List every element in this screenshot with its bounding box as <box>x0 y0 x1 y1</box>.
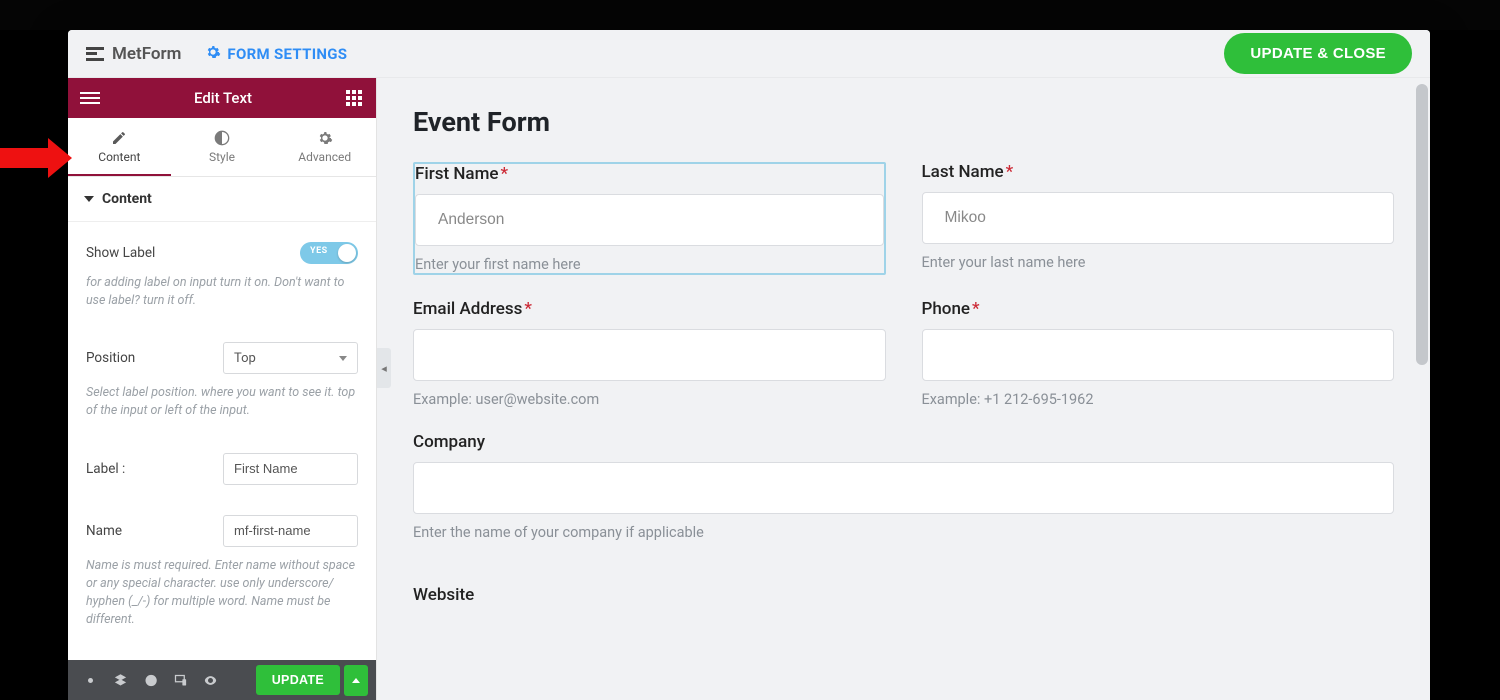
panel-tabs: Content Style Advanced <box>68 118 376 177</box>
editor-topbar: MetForm FORM SETTINGS UPDATE & CLOSE <box>68 30 1430 78</box>
company-label: Company <box>413 432 485 452</box>
field-website[interactable]: Website <box>413 565 1394 605</box>
name-hint: Name is must required. Enter name withou… <box>86 553 358 638</box>
field-company[interactable]: Company Enter the name of your company i… <box>413 432 1394 541</box>
position-select[interactable]: Top <box>223 342 358 374</box>
website-label: Website <box>413 585 474 605</box>
chevron-down-icon <box>339 356 347 361</box>
phone-label: Phone <box>922 299 971 319</box>
update-and-close-button[interactable]: UPDATE & CLOSE <box>1224 33 1412 74</box>
preview-canvas: ◂ Event Form First Name* Enter your firs… <box>377 78 1430 700</box>
tab-advanced-label: Advanced <box>298 150 351 164</box>
phone-hint: Example: +1 212-695-1962 <box>922 391 1395 408</box>
email-label: Email Address <box>413 299 522 319</box>
form-settings-label: FORM SETTINGS <box>227 45 347 63</box>
history-icon[interactable] <box>136 666 164 694</box>
panel-header: Edit Text <box>68 78 376 118</box>
required-marker: * <box>524 299 532 319</box>
required-marker: * <box>972 299 980 319</box>
position-label: Position <box>86 350 135 366</box>
responsive-icon[interactable] <box>166 666 194 694</box>
company-hint: Enter the name of your company if applic… <box>413 524 1394 541</box>
first-name-input[interactable] <box>415 194 884 246</box>
field-first-name[interactable]: First Name* Enter your first name here <box>413 162 886 275</box>
required-marker: * <box>500 164 508 184</box>
show-label-label: Show Label <box>86 245 155 261</box>
tab-style-label: Style <box>209 150 235 164</box>
pencil-icon <box>111 130 127 146</box>
last-name-input[interactable] <box>922 192 1395 244</box>
field-email[interactable]: Email Address* Example: user@website.com <box>413 299 886 408</box>
metform-editor-modal: MetForm FORM SETTINGS UPDATE & CLOSE Edi… <box>68 30 1430 700</box>
caret-up-icon <box>352 678 360 683</box>
form-settings-link[interactable]: FORM SETTINGS <box>205 44 347 64</box>
label-input[interactable] <box>223 453 358 485</box>
tab-advanced[interactable]: Advanced <box>273 118 376 176</box>
last-name-hint: Enter your last name here <box>922 254 1395 271</box>
name-input[interactable] <box>223 515 358 547</box>
phone-input[interactable] <box>922 329 1395 381</box>
position-value: Top <box>234 351 256 366</box>
first-name-hint: Enter your first name here <box>415 256 884 273</box>
position-hint: Select label position. where you want to… <box>86 380 358 428</box>
last-name-label: Last Name <box>922 162 1004 182</box>
panel-footer: UPDATE <box>68 660 376 700</box>
tab-content-label: Content <box>98 150 140 164</box>
email-hint: Example: user@website.com <box>413 391 886 408</box>
gear-icon <box>205 44 221 64</box>
caret-down-icon <box>84 196 94 202</box>
widgets-grid-icon[interactable] <box>346 90 364 106</box>
required-marker: * <box>1006 162 1014 182</box>
menu-icon[interactable] <box>80 92 100 104</box>
brand-label: MetForm <box>112 44 181 64</box>
widget-panel: Edit Text Content Style Advanced <box>68 78 377 700</box>
name-field-label: Name <box>86 523 122 539</box>
section-content-toggle[interactable]: Content <box>68 177 376 222</box>
panel-collapse-handle[interactable]: ◂ <box>377 348 391 388</box>
update-dropdown[interactable] <box>344 665 368 696</box>
field-last-name[interactable]: Last Name* Enter your last name here <box>922 162 1395 275</box>
panel-title: Edit Text <box>194 89 252 107</box>
gear-icon <box>317 130 333 146</box>
toggle-value: YES <box>310 246 328 256</box>
field-phone[interactable]: Phone* Example: +1 212-695-1962 <box>922 299 1395 408</box>
show-label-hint: for adding label on input turn it on. Do… <box>86 270 358 318</box>
form-title: Event Form <box>413 106 1394 138</box>
first-name-label: First Name <box>415 164 498 184</box>
brand: MetForm <box>86 44 181 64</box>
contrast-icon <box>214 130 230 146</box>
preview-icon[interactable] <box>196 666 224 694</box>
scrollbar[interactable] <box>1416 84 1428 694</box>
label-field-label: Label : <box>86 461 125 477</box>
company-input[interactable] <box>413 462 1394 514</box>
navigator-icon[interactable] <box>106 666 134 694</box>
update-button[interactable]: UPDATE <box>256 665 340 695</box>
settings-icon[interactable] <box>76 666 104 694</box>
email-input[interactable] <box>413 329 886 381</box>
tab-style[interactable]: Style <box>171 118 274 176</box>
section-content-label: Content <box>102 191 152 207</box>
show-label-toggle[interactable]: YES <box>300 242 358 264</box>
tab-content[interactable]: Content <box>68 118 171 176</box>
brand-icon <box>86 47 104 61</box>
